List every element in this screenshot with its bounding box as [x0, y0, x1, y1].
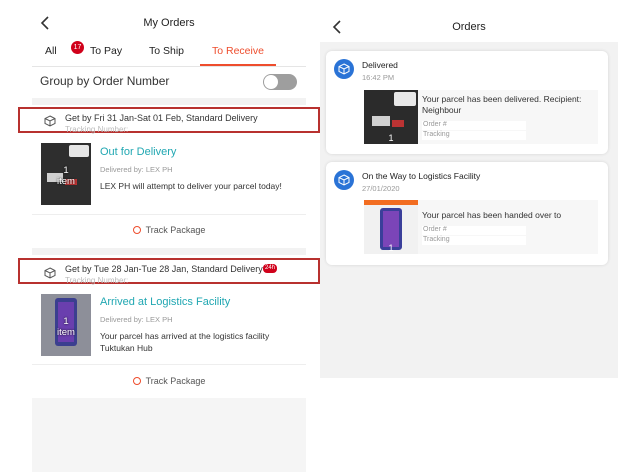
- status-description: LEX PH will attempt to deliver your parc…: [100, 181, 282, 191]
- tracking-field: Tracking: [422, 236, 526, 245]
- item-count-unit: item: [57, 327, 75, 338]
- screenshot-root: My Orders All 17 To Pay To Ship To Recei…: [0, 0, 640, 472]
- order-number-field: Order #: [422, 121, 526, 130]
- track-package-label: Track Package: [145, 225, 206, 235]
- tab-to-receive[interactable]: To Receive: [212, 45, 264, 57]
- tab-all[interactable]: All 17: [45, 41, 84, 57]
- orders-tracking-screen: Orders Delivered 16:42 PM 1 Your parcel …: [320, 0, 618, 378]
- order-number-field: Order #: [422, 226, 526, 235]
- track-package-button[interactable]: Track Package: [32, 376, 306, 386]
- 24h-badge: 24h: [263, 264, 277, 273]
- tracking-info-box: Your parcel has been handed over to Orde…: [418, 200, 598, 254]
- shipping-estimate: Get by Fri 31 Jan-Sat 01 Feb, Standard D…: [65, 113, 258, 123]
- card-title: On the Way to Logistics Facility: [362, 171, 481, 181]
- toggle-knob: [264, 75, 278, 89]
- order-status: Arrived at Logistics Facility: [100, 296, 231, 308]
- orders-header: Orders: [320, 0, 618, 42]
- tab-label: All: [45, 45, 57, 57]
- product-thumbnail[interactable]: 1 item: [41, 294, 91, 356]
- tracking-card[interactable]: Delivered 16:42 PM 1 Your parcel has bee…: [326, 51, 608, 154]
- item-count-number: 1: [63, 165, 69, 176]
- item-quantity: 1: [388, 243, 394, 253]
- empty-area: [32, 398, 306, 472]
- section-spacer: [32, 98, 306, 105]
- tracking-number-label: Tracking Number:: [65, 276, 129, 285]
- page-title: My Orders: [143, 17, 195, 29]
- product-thumbnail: 1: [364, 200, 418, 254]
- tab-to-pay[interactable]: To Pay: [90, 45, 122, 57]
- status-icon-circle: [334, 170, 354, 190]
- tracking-info-box: Your parcel has been delivered. Recipien…: [418, 90, 598, 144]
- track-package-icon: [132, 226, 141, 234]
- track-package-label: Track Package: [145, 376, 206, 386]
- group-by-label: Group by Order Number: [40, 74, 170, 88]
- divider: [32, 364, 306, 365]
- track-package-icon: [132, 377, 141, 385]
- item-count-unit: item: [57, 176, 75, 187]
- tracking-message: Your parcel has been handed over to: [422, 210, 562, 220]
- tracking-message: Your parcel has been delivered. Recipien…: [422, 94, 582, 115]
- delivered-by: Delivered by: LEX PH: [100, 165, 173, 174]
- card-time: 27/01/2020: [362, 184, 400, 193]
- track-package-button[interactable]: Track Package: [32, 225, 306, 235]
- group-by-toggle[interactable]: [263, 74, 297, 90]
- tab-to-ship[interactable]: To Ship: [149, 45, 184, 57]
- delivered-by: Delivered by: LEX PH: [100, 315, 173, 324]
- tabs-divider: [32, 66, 306, 67]
- my-orders-screen: My Orders All 17 To Pay To Ship To Recei…: [18, 0, 320, 472]
- item-count-label: 1 item: [41, 316, 91, 338]
- product-thumbnail: 1: [364, 90, 418, 144]
- divider: [32, 214, 306, 215]
- shipping-estimate: Get by Tue 28 Jan-Tue 28 Jan, Standard D…: [65, 264, 263, 274]
- package-icon: [338, 174, 350, 186]
- tracking-card[interactable]: On the Way to Logistics Facility 27/01/2…: [326, 162, 608, 265]
- item-count-label: 1 item: [41, 165, 91, 187]
- order-status: Out for Delivery: [100, 146, 177, 158]
- order-tabs: All 17 To Pay To Ship To Receive: [32, 41, 306, 66]
- tracking-number-label: Tracking Number:: [65, 125, 129, 134]
- my-orders-header: My Orders: [32, 8, 306, 36]
- package-icon: [44, 115, 56, 127]
- card-title: Delivered: [362, 60, 398, 70]
- item-count-number: 1: [63, 316, 69, 327]
- package-icon: [44, 267, 56, 279]
- section-spacer: [32, 248, 306, 255]
- card-time: 16:42 PM: [362, 73, 395, 82]
- item-quantity: 1: [388, 133, 394, 143]
- status-description: Your parcel has arrived at the logistics…: [100, 331, 270, 353]
- page-title: Orders: [452, 21, 486, 33]
- product-thumbnail[interactable]: 1 item: [41, 143, 91, 205]
- package-icon: [338, 63, 350, 75]
- tracking-field: Tracking: [422, 131, 526, 140]
- status-icon-circle: [334, 59, 354, 79]
- count-badge: 17: [71, 41, 84, 54]
